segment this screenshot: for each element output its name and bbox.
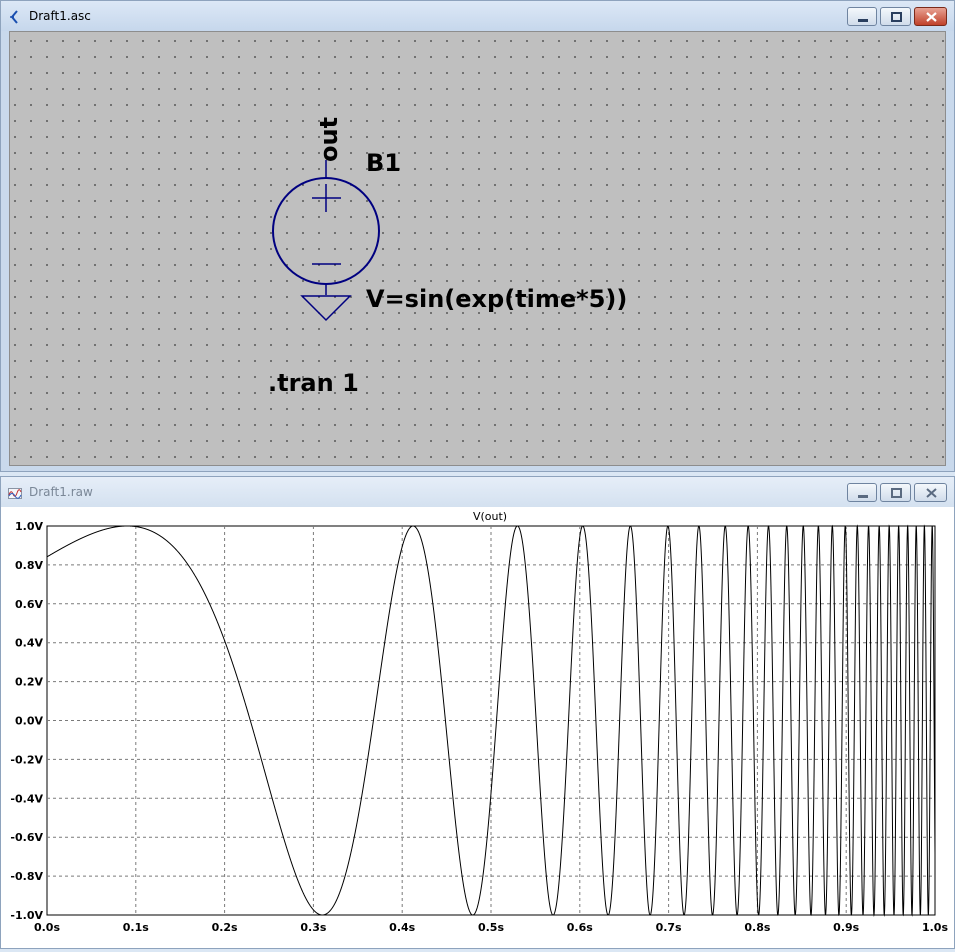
y-tick-label: 0.4V	[15, 637, 43, 650]
x-tick-label: 0.3s	[300, 921, 326, 934]
x-tick-label: 0.2s	[212, 921, 238, 934]
behavioral-source-symbol[interactable]	[10, 32, 947, 467]
schematic-titlebar[interactable]: Draft1.asc	[1, 1, 954, 31]
x-tick-label: 0.6s	[567, 921, 593, 934]
schematic-window: Draft1.asc out B1 V=sin(exp(time*5)) .tr…	[0, 0, 955, 472]
y-tick-label: 1.0V	[15, 520, 43, 533]
plot-pane[interactable]: V(out) 0.0s 0.1s 0.2s 0.3s 0.4s 0.5s 0.6s 0.7s 0…	[1, 507, 954, 948]
y-tick-label: -0.8V	[10, 870, 43, 883]
maximize-button[interactable]	[880, 483, 911, 502]
x-tick-label: 0.8s	[744, 921, 770, 934]
y-tick-label: 0.8V	[15, 559, 43, 572]
close-icon	[926, 488, 937, 498]
x-tick-label: 1.0s	[922, 921, 948, 934]
component-name[interactable]: B1	[366, 149, 401, 177]
trace-title[interactable]: V(out)	[473, 510, 507, 523]
y-tick-label: 0.6V	[15, 598, 43, 611]
component-value[interactable]: V=sin(exp(time*5))	[366, 285, 627, 313]
minimize-icon	[858, 495, 868, 498]
waveform-icon	[8, 488, 22, 499]
waveform-chart[interactable]: V(out) 0.0s 0.1s 0.2s 0.3s 0.4s 0.5s 0.6s 0.7s 0…	[1, 507, 954, 948]
ground-icon	[300, 295, 352, 322]
x-tick-label: 0.9s	[833, 921, 859, 934]
close-button[interactable]	[914, 483, 947, 502]
maximize-button[interactable]	[880, 7, 911, 26]
grid	[47, 526, 935, 915]
ltspice-icon	[10, 10, 18, 24]
net-label[interactable]: out	[315, 117, 343, 162]
y-tick-label: -0.4V	[10, 792, 43, 805]
x-tick-label: 0.0s	[34, 921, 60, 934]
y-tick-label: -0.6V	[10, 831, 43, 844]
x-tick-label: 0.5s	[478, 921, 504, 934]
waveform-titlebar[interactable]: Draft1.raw	[1, 477, 954, 507]
waveform-title: Draft1.raw	[29, 485, 93, 499]
x-tick-label: 0.4s	[389, 921, 415, 934]
schematic-title: Draft1.asc	[29, 9, 91, 23]
y-tick-label: 0.0V	[15, 715, 43, 728]
close-button[interactable]	[914, 7, 947, 26]
minimize-button[interactable]	[847, 7, 877, 26]
x-tick-label: 0.7s	[656, 921, 682, 934]
maximize-icon	[891, 488, 902, 498]
minimize-icon	[858, 19, 868, 22]
y-tick-label: 0.2V	[15, 676, 43, 689]
y-tick-label: -1.0V	[10, 909, 43, 922]
spice-directive[interactable]: .tran 1	[268, 369, 359, 397]
close-icon	[926, 12, 937, 22]
axis-ticks: 0.0s 0.1s 0.2s 0.3s 0.4s 0.5s 0.6s 0.7s 0.8s 0.9s…	[10, 520, 948, 934]
x-tick-label: 0.1s	[123, 921, 149, 934]
minimize-button[interactable]	[847, 483, 877, 502]
schematic-canvas[interactable]: out B1 V=sin(exp(time*5)) .tran 1	[9, 31, 946, 466]
maximize-icon	[891, 12, 902, 22]
waveform-window: Draft1.raw V(out) 0.0s 0.1s 0.2s 0.3s 0.4s 0.…	[0, 476, 955, 949]
y-tick-label: -0.2V	[10, 753, 43, 766]
